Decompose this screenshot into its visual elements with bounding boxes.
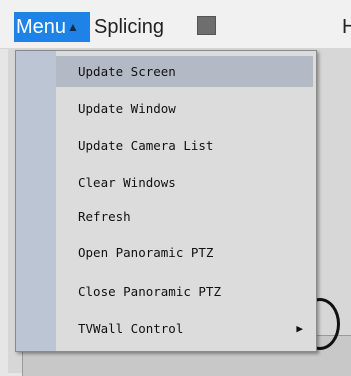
- menu-item-label: TVWall Control: [78, 321, 184, 336]
- dropdown-menu: Update Screen Update Window Update Camer…: [15, 50, 317, 352]
- menu-item-label: Refresh: [78, 209, 131, 224]
- toolbar-partial-label: H: [342, 15, 351, 38]
- submenu-arrow-icon: ▶: [296, 322, 303, 335]
- menu-item-label: Update Window: [78, 101, 176, 116]
- menu-item-label: Close Panoramic PTZ: [78, 284, 221, 299]
- menu-item-tvwall-control[interactable]: TVWall Control ▶: [56, 313, 313, 344]
- splicing-toggle[interactable]: [197, 16, 216, 35]
- menu-item-close-panoramic-ptz[interactable]: Close Panoramic PTZ: [56, 276, 313, 307]
- triangle-up-icon: ▲: [67, 20, 79, 34]
- menu-item-update-window[interactable]: Update Window: [56, 93, 313, 124]
- menu-item-clear-windows[interactable]: Clear Windows: [56, 167, 313, 198]
- menu-item-label: Clear Windows: [78, 175, 176, 190]
- menu-label: Menu: [16, 15, 67, 38]
- menu-item-refresh[interactable]: Refresh: [56, 201, 313, 232]
- menu-item-update-screen[interactable]: Update Screen: [56, 56, 313, 87]
- menu-icon-gutter: [16, 51, 56, 351]
- menu-button[interactable]: Menu ▲: [14, 12, 90, 42]
- menu-item-open-panoramic-ptz[interactable]: Open Panoramic PTZ: [56, 237, 313, 268]
- menu-item-label: Update Screen: [78, 64, 176, 79]
- top-toolbar: Menu ▲ Splicing H: [0, 0, 351, 49]
- menu-item-label: Open Panoramic PTZ: [78, 245, 214, 260]
- menu-item-label: Update Camera List: [78, 138, 214, 153]
- menu-item-update-camera-list[interactable]: Update Camera List: [56, 130, 313, 161]
- splicing-label: Splicing: [94, 15, 165, 38]
